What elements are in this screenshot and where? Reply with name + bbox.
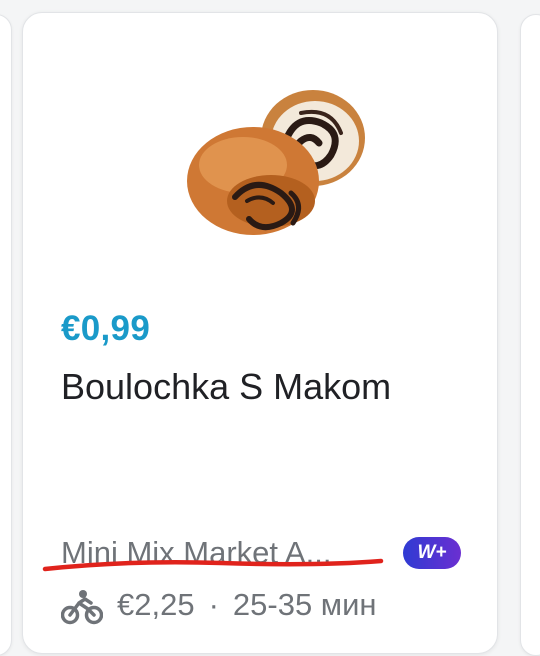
store-row[interactable]: Mini Mix Market A... W+ [42,533,491,575]
next-product-card[interactable] [520,14,540,656]
bicycle-icon [61,590,103,625]
product-price: €0,99 [61,309,151,348]
delivery-separator: · [208,587,219,622]
product-name: Boulochka S Makom [61,366,392,407]
poppy-seed-roll-image [187,90,365,235]
delivery-info: €2,25 · 25-35 мин [61,585,491,629]
delivery-time: 25-35 мин [232,587,377,622]
previous-product-card[interactable] [0,14,12,656]
product-card[interactable]: €0,99 Boulochka S Makom Mini Mix Market … [22,12,498,654]
delivery-fee: €2,25 [117,587,195,622]
delivery-text: €2,25 · 25-35 мин [117,587,377,623]
wolt-plus-badge: W+ [403,537,461,569]
store-name[interactable]: Mini Mix Market A... [61,535,391,571]
